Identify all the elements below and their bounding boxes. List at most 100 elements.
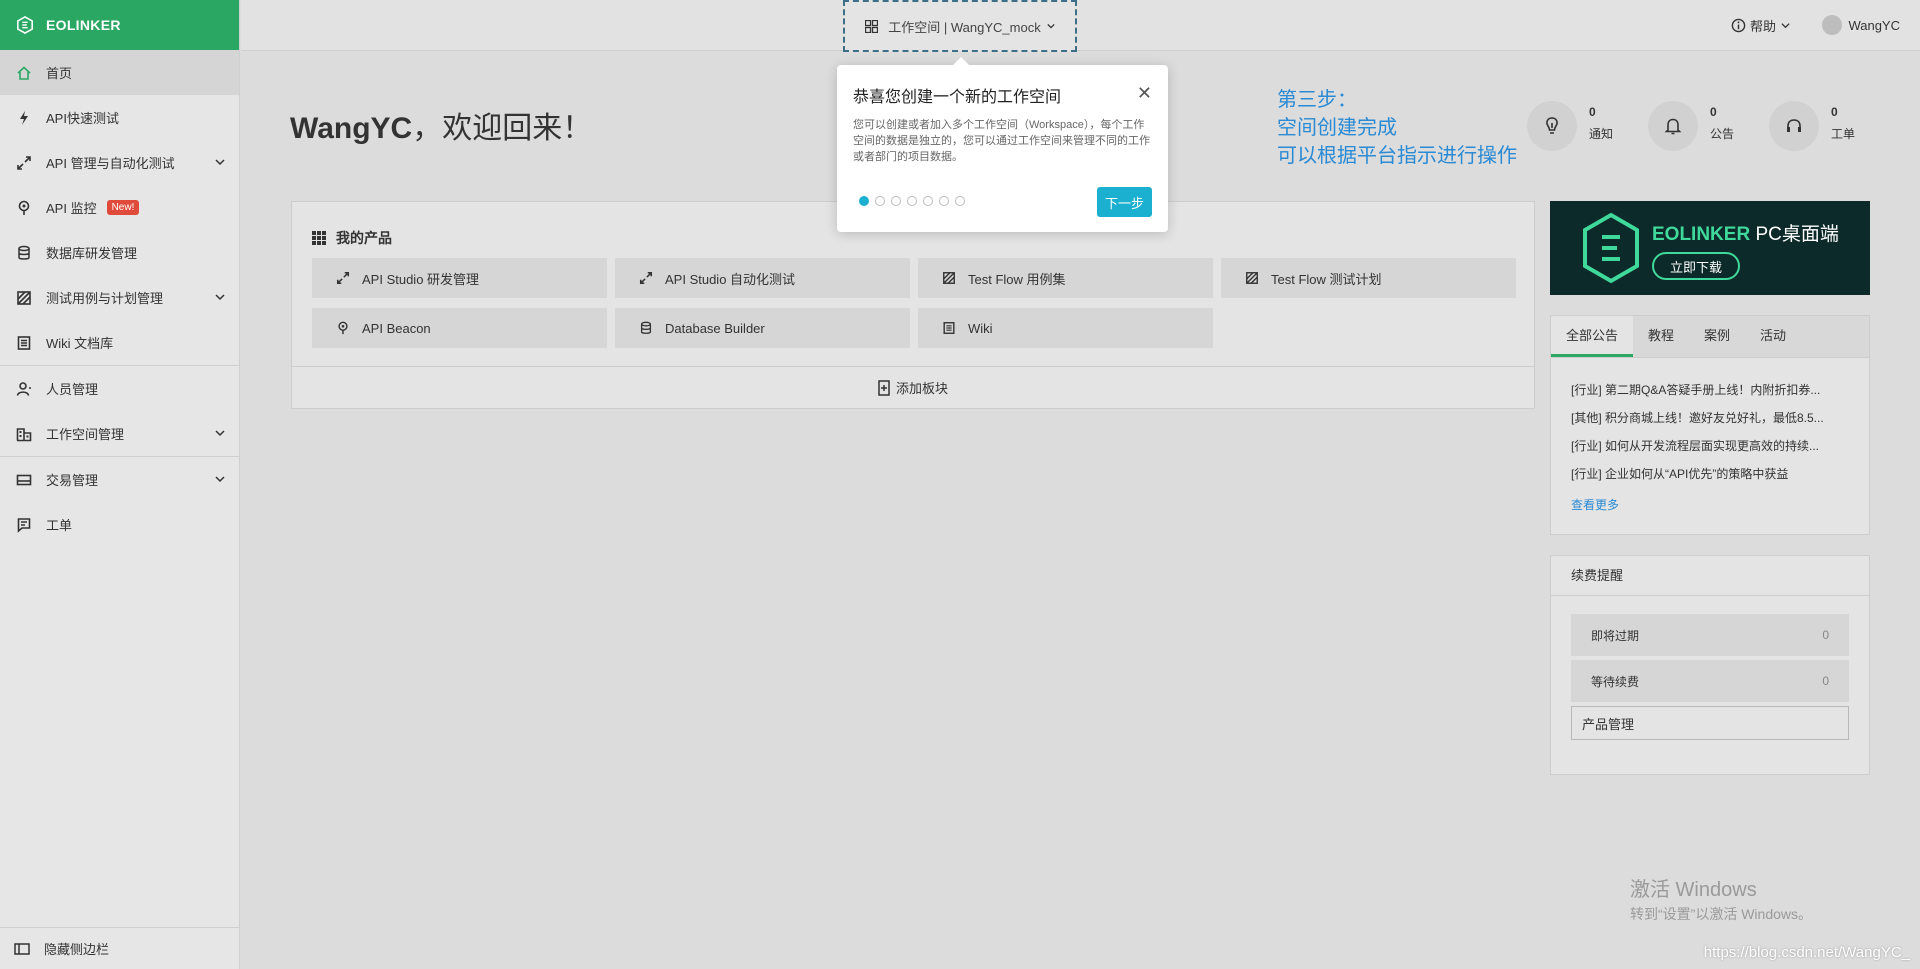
bolt-icon	[16, 110, 32, 126]
sidebar-item-tickets[interactable]: 工单	[0, 502, 239, 547]
avatar	[1822, 15, 1843, 35]
product-wiki[interactable]: Wiki	[918, 308, 1213, 348]
welcome-greeting: ，欢迎回来！	[412, 112, 593, 145]
sidebar-item-label: 工作空间管理	[46, 427, 125, 442]
workspace-switcher[interactable]: 工作空间 | WangYC_mock	[843, 0, 1077, 52]
renew-row-label: 即将过期	[1591, 628, 1640, 643]
news-tabs: 全部公告 教程 案例 活动	[1551, 316, 1869, 358]
chevron-down-icon	[215, 294, 225, 301]
sidebar-item-api-management[interactable]: API 管理与自动化测试	[0, 140, 239, 185]
news-list: [行业] 第二期Q&A答疑手册上线！内附折扣券... [其他] 积分商城上线！邀…	[1551, 358, 1869, 513]
new-badge: New!	[106, 200, 140, 215]
api-icon	[336, 271, 350, 285]
bell-icon	[1648, 101, 1698, 151]
tab-events[interactable]: 活动	[1745, 316, 1801, 357]
product-api-studio-dev[interactable]: API Studio 研发管理	[312, 258, 607, 298]
banner-title: EOLINKER PC桌面端	[1652, 219, 1839, 246]
add-block-button[interactable]: 添加板块	[292, 366, 1534, 408]
view-more-link[interactable]: 查看更多	[1571, 496, 1849, 513]
sidebar: EOLINKER 首页 API快速测试 API 管理与自动化测试 API 监控 …	[0, 0, 240, 969]
sidebar-item-wiki[interactable]: Wiki 文档库	[0, 320, 239, 365]
step-dot	[891, 196, 901, 206]
collapse-label: 隐藏侧边栏	[44, 942, 110, 957]
tab-cases[interactable]: 案例	[1689, 316, 1745, 357]
activation-line: 激活 Windows	[1630, 879, 1757, 901]
sidebar-item-label: 人员管理	[46, 382, 99, 397]
stat-count: 0	[1710, 105, 1717, 119]
home-icon	[16, 65, 32, 81]
product-database-builder[interactable]: Database Builder	[615, 308, 910, 348]
workspace-label: 工作空间 | WangYC_mock	[888, 19, 1041, 35]
step-annotation: 第三步： 空间创建完成 可以根据平台指示进行操作	[1277, 86, 1517, 170]
desktop-app-banner[interactable]: EOLINKER PC桌面端 立即下载	[1550, 201, 1870, 295]
stat-notifications[interactable]: 0 通知	[1527, 101, 1613, 151]
product-test-flow-plan[interactable]: Test Flow 测试计划	[1221, 258, 1516, 298]
sidebar-toggle-icon	[14, 942, 30, 955]
sidebar-item-testcase[interactable]: 测试用例与计划管理	[0, 275, 239, 320]
stat-announcements[interactable]: 0 公告	[1648, 101, 1734, 151]
product-test-flow-cases[interactable]: Test Flow 用例集	[918, 258, 1213, 298]
renew-row-expiring[interactable]: 即将过期 0	[1571, 614, 1849, 656]
step-dot	[907, 196, 917, 206]
building-icon	[16, 426, 32, 442]
user-menu[interactable]: WangYC	[1822, 15, 1900, 35]
step-note-line: 空间创建完成	[1277, 117, 1397, 139]
api-icon	[639, 271, 653, 285]
info-icon	[1731, 18, 1746, 33]
renew-row-pending[interactable]: 等待续费 0	[1571, 660, 1849, 702]
people-icon	[16, 381, 32, 397]
news-item[interactable]: [行业] 企业如何从“API优先”的策略中获益	[1571, 460, 1849, 488]
sidebar-item-workspace[interactable]: 工作空间管理	[0, 411, 239, 456]
news-item[interactable]: [其他] 积分商城上线！邀好友兑好礼，最低8.5...	[1571, 404, 1849, 432]
sidebar-item-api-monitor[interactable]: API 监控 New!	[0, 185, 239, 230]
sidebar-item-home[interactable]: 首页	[0, 50, 239, 95]
tab-all-announcements[interactable]: 全部公告	[1551, 316, 1634, 357]
product-api-studio-auto[interactable]: API Studio 自动化测试	[615, 258, 910, 298]
product-label: API Beacon	[362, 320, 431, 336]
popover-description: 您可以创建或者加入多个工作空间（Workspace），每个工作空间的数据是独立的…	[853, 119, 1150, 163]
close-icon[interactable]: ✕	[1137, 83, 1152, 104]
user-name: WangYC	[1848, 17, 1900, 33]
next-step-button[interactable]: 下一步	[1097, 187, 1152, 217]
renew-row-value: 0	[1822, 674, 1829, 688]
stat-label: 工单	[1831, 127, 1856, 141]
sidebar-item-people[interactable]: 人员管理	[0, 366, 239, 411]
brand-header[interactable]: EOLINKER	[0, 0, 239, 50]
sidebar-item-label: 数据库研发管理	[46, 246, 138, 261]
windows-activation-watermark: 激活 Windows 转到“设置”以激活 Windows。	[1630, 873, 1812, 924]
sidebar-item-label: API快速测试	[46, 111, 119, 126]
news-item[interactable]: [行业] 第二期Q&A答疑手册上线！内附折扣券...	[1571, 376, 1849, 404]
renew-row-value: 0	[1822, 628, 1829, 642]
sidebar-item-database[interactable]: 数据库研发管理	[0, 230, 239, 275]
stat-label: 通知	[1589, 127, 1614, 141]
sidebar-item-transactions[interactable]: 交易管理	[0, 457, 239, 502]
grid-icon	[865, 19, 879, 33]
sidebar-item-api-quick-test[interactable]: API快速测试	[0, 95, 239, 140]
step-dot	[955, 196, 965, 206]
download-button[interactable]: 立即下载	[1652, 252, 1740, 280]
card-icon	[16, 472, 32, 488]
brand-name: EOLINKER	[46, 17, 121, 33]
help-menu[interactable]: 帮助	[1731, 16, 1790, 35]
product-api-beacon[interactable]: API Beacon	[312, 308, 607, 348]
testcase-icon	[943, 272, 955, 284]
stat-tickets[interactable]: 0 工单	[1769, 101, 1855, 151]
step-note-line: 第三步：	[1277, 89, 1357, 111]
database-icon	[16, 245, 32, 261]
collapse-sidebar-button[interactable]: 隐藏侧边栏	[0, 927, 240, 969]
renew-row-label: 等待续费	[1591, 674, 1640, 689]
testcase-icon	[16, 290, 32, 306]
tab-tutorials[interactable]: 教程	[1633, 316, 1689, 357]
api-icon	[16, 155, 32, 171]
chevron-down-icon	[1781, 23, 1790, 29]
sidebar-item-label: 首页	[46, 66, 73, 81]
product-management-button[interactable]: 产品管理	[1571, 706, 1849, 740]
news-item[interactable]: [行业] 如何从开发流程层面实现更高效的持续...	[1571, 432, 1849, 460]
monitor-icon	[338, 321, 348, 335]
chevron-down-icon	[1047, 23, 1055, 29]
bulb-icon	[1527, 101, 1577, 151]
headset-icon	[1769, 101, 1819, 151]
product-label: Test Flow 测试计划	[1271, 271, 1382, 287]
activation-line: 转到“设置”以激活 Windows。	[1630, 906, 1813, 922]
sidebar-item-label: API 监控	[46, 201, 97, 216]
